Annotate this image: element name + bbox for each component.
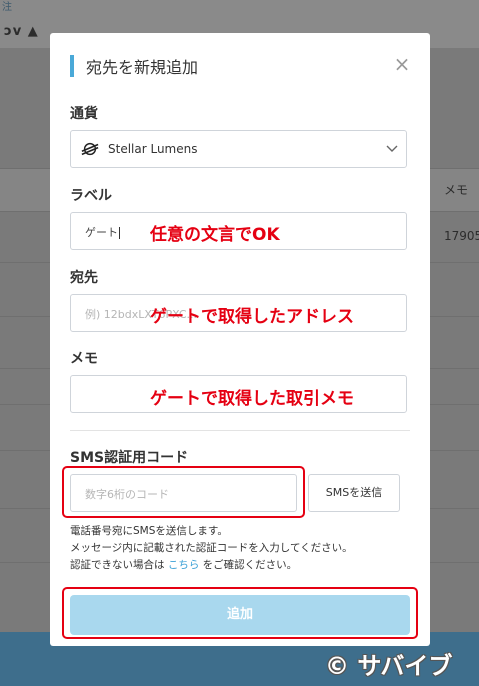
help-text-prefix: 認証できない場合は [70,559,168,571]
section-divider [70,430,410,431]
add-destination-modal: 宛先を新規追加 × 通貨 Stellar Lumens ラベル ゲート 宛先 例… [50,33,430,646]
currency-selected-value: Stellar Lumens [108,142,198,156]
currency-select[interactable]: Stellar Lumens [70,130,407,168]
watermark-logo: © サバイブ [325,652,453,680]
sms-code-label: SMS認証用コード [70,450,189,466]
help-text-line-3: 認証できない場合は こちら をご確認ください。 [70,557,297,572]
help-text-suffix: をご確認ください。 [199,559,298,571]
stellar-lumens-icon [81,142,99,156]
title-accent-bar [70,55,74,77]
help-link[interactable]: こちら [168,559,200,571]
close-button[interactable]: × [390,53,414,77]
modal-title: 宛先を新規追加 [86,58,199,77]
background-header: ɔv ▲ [4,24,39,39]
help-text-line-1: 電話番号宛にSMSを送信します。 [70,525,228,537]
label-input-value: ゲート [85,226,118,239]
annotation-destination-note: ゲートで取得したアドレス [150,307,354,327]
highlight-add-button [62,587,418,639]
background-memo-value: 17905 [444,229,479,243]
send-sms-button[interactable]: SMSを送信 [308,474,400,512]
annotation-label-note: 任意の文言でOK [150,225,280,245]
background-corner-text: 注 [2,2,12,13]
chevron-down-icon [386,145,398,152]
background-memo-column: メモ [444,183,469,197]
annotation-memo-note: ゲートで取得した取引メモ [150,389,354,409]
highlight-sms-input [62,466,305,518]
text-caret [119,227,120,239]
destination-label: 宛先 [70,270,98,286]
memo-label: メモ [70,351,98,367]
currency-label: 通貨 [70,106,98,122]
label-field-label: ラベル [70,188,112,204]
help-text-line-2: メッセージ内に記載された認証コードを入力してください。 [70,542,353,554]
